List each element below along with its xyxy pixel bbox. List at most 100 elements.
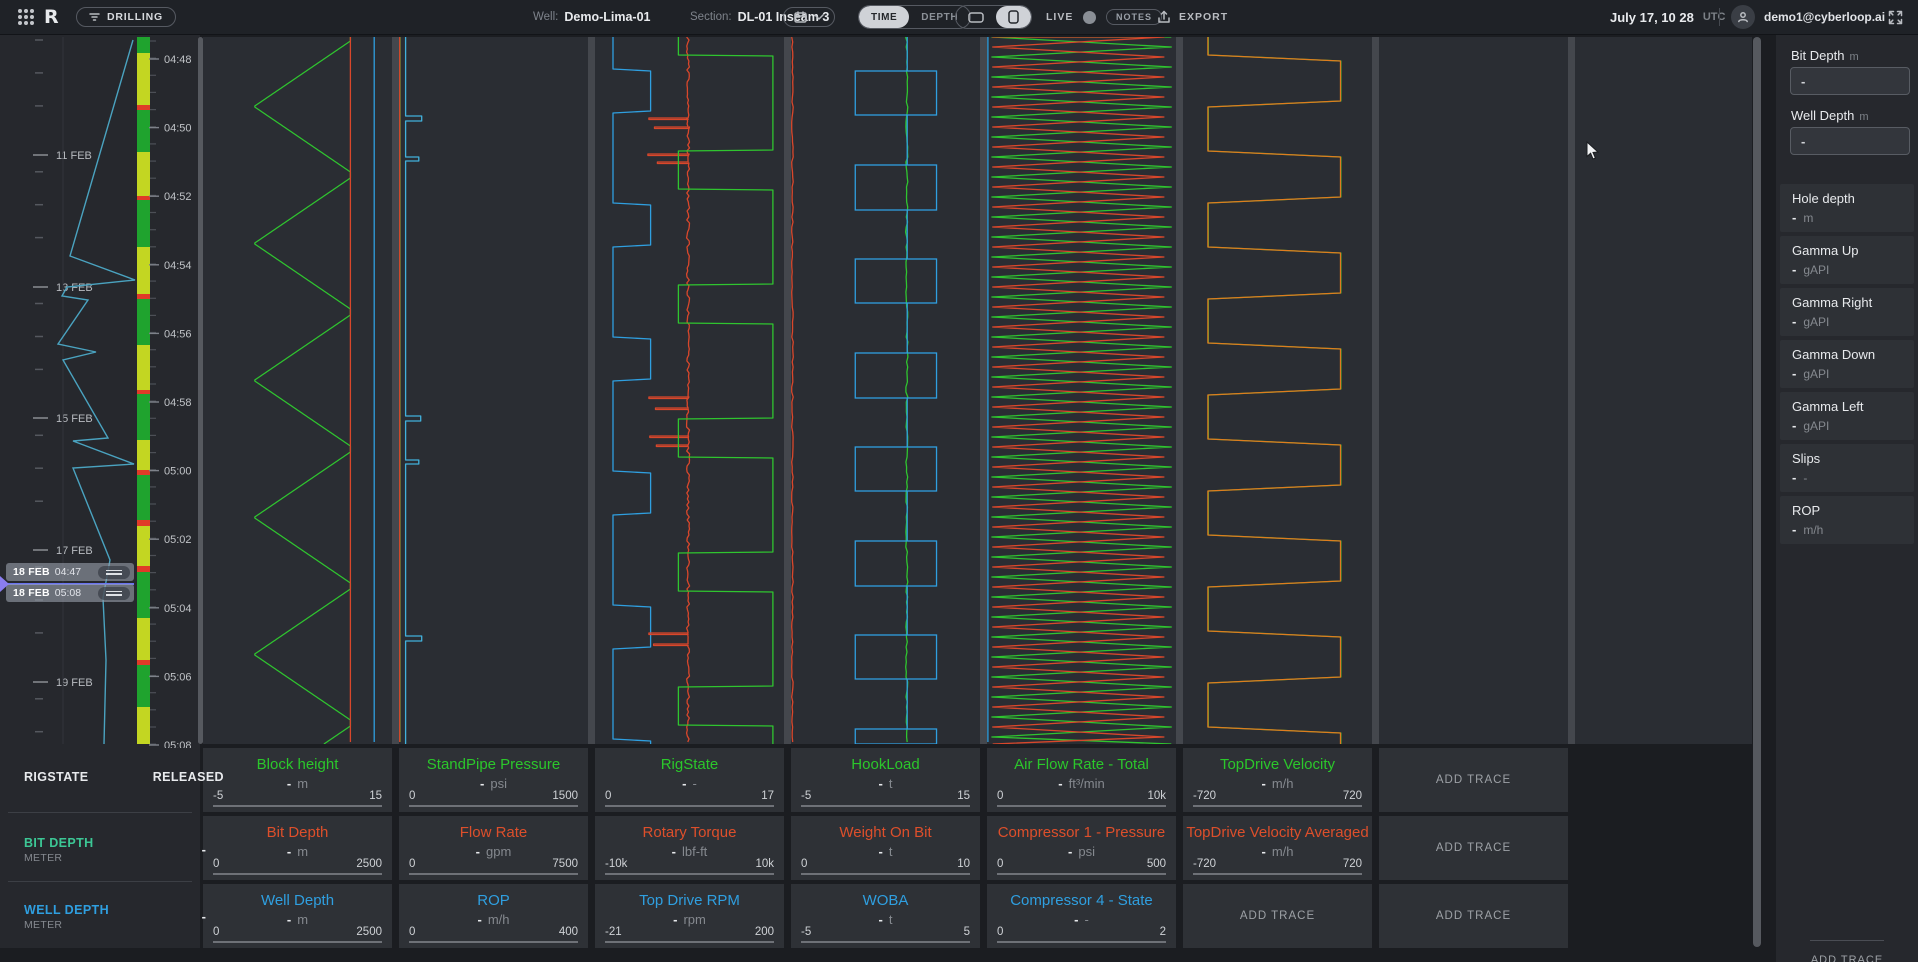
brand-logo[interactable]: R	[44, 0, 59, 34]
add-trace-button[interactable]: ADD TRACE	[1379, 884, 1568, 948]
add-trace-cell[interactable]: ADD TRACE	[1379, 816, 1568, 880]
selection-end-handle[interactable]	[98, 587, 130, 600]
apps-grid-icon	[18, 9, 34, 25]
readout-value: -	[1792, 418, 1796, 433]
trace-scale-rule	[409, 805, 578, 807]
readout-unit: gAPI	[1803, 367, 1829, 381]
legend-cell[interactable]: Weight On Bit-t010	[791, 816, 980, 880]
trace-scale-rule	[997, 941, 1166, 943]
trace-current-value: -	[1261, 776, 1265, 791]
trace-value: -m	[203, 912, 392, 927]
selection-end-row[interactable]: 18 FEB 05:08	[6, 584, 134, 602]
trace-max: 5	[964, 926, 970, 938]
export-button[interactable]: EXPORT	[1157, 0, 1228, 34]
track-column-5[interactable]	[987, 37, 1176, 744]
legend-cell[interactable]: RigState--017	[595, 748, 784, 812]
trace-value: -t	[791, 912, 980, 927]
trace-unit: m/h	[1272, 776, 1294, 791]
trace-max: 15	[369, 790, 382, 802]
legend-cell[interactable]: Flow Rate-gpm07500	[399, 816, 588, 880]
toggle-time[interactable]: TIME	[859, 6, 909, 28]
legend-cell[interactable]: WOBA-t-55	[791, 884, 980, 948]
trace-current-value: -	[673, 912, 677, 927]
add-trace-cell[interactable]: ADD TRACE	[1379, 748, 1568, 812]
fullscreen-button[interactable]	[1888, 0, 1903, 34]
track-column-4[interactable]	[791, 37, 980, 744]
timezone-text: UTC	[1703, 11, 1726, 23]
trace-value: --	[987, 912, 1176, 927]
trace-scale-rule	[997, 873, 1166, 875]
legend-cell[interactable]: Compressor 4 - State--02	[987, 884, 1176, 948]
export-label: EXPORT	[1179, 11, 1228, 23]
drilling-mode-button[interactable]: DRILLING	[76, 7, 176, 27]
well-depth-meter-value: -	[202, 909, 206, 924]
trace-current-value: -	[879, 844, 883, 859]
legend-cell[interactable]: Bit Depth-m02500	[203, 816, 392, 880]
bit-depth-meter-label: BIT DEPTH	[24, 836, 224, 850]
trace-block-height	[255, 37, 351, 744]
notes-button[interactable]: NOTES	[1106, 9, 1162, 25]
track-column-7[interactable]	[1379, 37, 1568, 744]
readout-label: Slips	[1792, 451, 1914, 466]
portrait-option[interactable]	[996, 6, 1031, 28]
trace-range: -21200	[605, 926, 774, 938]
user-menu[interactable]: demo1@cyberloop.ai	[1731, 0, 1885, 34]
trace-value: -m/h	[1183, 844, 1372, 859]
trace-title: Compressor 4 - State	[987, 892, 1176, 909]
add-trace-cell[interactable]: ADD TRACE	[1183, 884, 1372, 948]
trace-top-drive-rpm	[613, 37, 651, 744]
minimap-overview[interactable]: 11 FEB13 FEB15 FEB17 FEB19 FEB04:4804:50…	[0, 34, 200, 748]
bit-depth-meter-value: -	[202, 842, 206, 857]
legend-cell[interactable]: Compressor 1 - Pressure-psi0500	[987, 816, 1176, 880]
legend-cell[interactable]: HookLoad-t-515	[791, 748, 980, 812]
legend-cell[interactable]: StandPipe Pressure-psi01500	[399, 748, 588, 812]
time-axis-label: 04:52	[164, 191, 192, 203]
readout-value: -	[1792, 470, 1796, 485]
tracks-right-scrollbar[interactable]	[1753, 37, 1761, 947]
trace-unit: -	[693, 776, 697, 791]
legend-cell[interactable]: Well Depth-m02500	[203, 884, 392, 948]
empty-track-column[interactable]	[1575, 37, 1752, 744]
time-axis-label: 05:04	[164, 603, 192, 615]
trace-min: 0	[997, 858, 1003, 870]
add-trace-cell[interactable]: ADD TRACE	[1379, 884, 1568, 948]
time-axis-label: 05:00	[164, 466, 192, 478]
track-column-1[interactable]	[203, 37, 392, 744]
app-launcher-button[interactable]	[18, 0, 34, 34]
readout-label: Gamma Right	[1792, 295, 1914, 310]
sidebar-add-trace-button[interactable]: ADD TRACE	[1800, 954, 1894, 962]
live-indicator[interactable]: LIVE	[1046, 0, 1096, 34]
track-column-3[interactable]	[595, 37, 784, 744]
trace-range: -10k10k	[605, 858, 774, 870]
bit-depth-input[interactable]: -	[1790, 67, 1910, 95]
date-axis-label: 13 FEB	[56, 282, 93, 294]
trace-min: 0	[997, 790, 1003, 802]
add-trace-button[interactable]: ADD TRACE	[1379, 816, 1568, 880]
datetime-text: July 17, 10 28	[1610, 10, 1694, 25]
tracks-left-scrollbar[interactable]	[198, 37, 203, 744]
well-depth-input[interactable]: -	[1790, 127, 1910, 155]
landscape-option[interactable]	[956, 6, 996, 28]
selection-start-row[interactable]: 18 FEB 04:47	[6, 563, 134, 581]
legend-cell[interactable]: Air Flow Rate - Total-ft³/min010k	[987, 748, 1176, 812]
trace-title: Well Depth	[203, 892, 392, 909]
time-axis-label: 04:54	[164, 260, 192, 272]
add-trace-button[interactable]: ADD TRACE	[1379, 748, 1568, 812]
selection-start-handle[interactable]	[98, 566, 130, 579]
legend-cell[interactable]: Rotary Torque-lbf-ft-10k10k	[595, 816, 784, 880]
track-plot	[203, 37, 392, 744]
trace-unit: t	[889, 844, 893, 859]
readout-value: -	[1792, 262, 1796, 277]
legend-cell[interactable]: ROP-m/h0400	[399, 884, 588, 948]
add-trace-button[interactable]: ADD TRACE	[1183, 884, 1372, 948]
legend-cell[interactable]: TopDrive Velocity-m/h-720720	[1183, 748, 1372, 812]
trace-title: Weight On Bit	[791, 824, 980, 841]
track-column-2[interactable]	[399, 37, 588, 744]
well-depth-meter-row[interactable]: WELL DEPTH METER -	[0, 903, 224, 931]
track-column-6[interactable]	[1183, 37, 1372, 744]
date-range-button[interactable]	[783, 7, 835, 27]
track-plot	[987, 37, 1176, 744]
legend-cell[interactable]: TopDrive Velocity Averaged-m/h-720720	[1183, 816, 1372, 880]
legend-cell[interactable]: Top Drive RPM-rpm-21200	[595, 884, 784, 948]
bit-depth-meter-row[interactable]: BIT DEPTH METER -	[0, 836, 224, 864]
